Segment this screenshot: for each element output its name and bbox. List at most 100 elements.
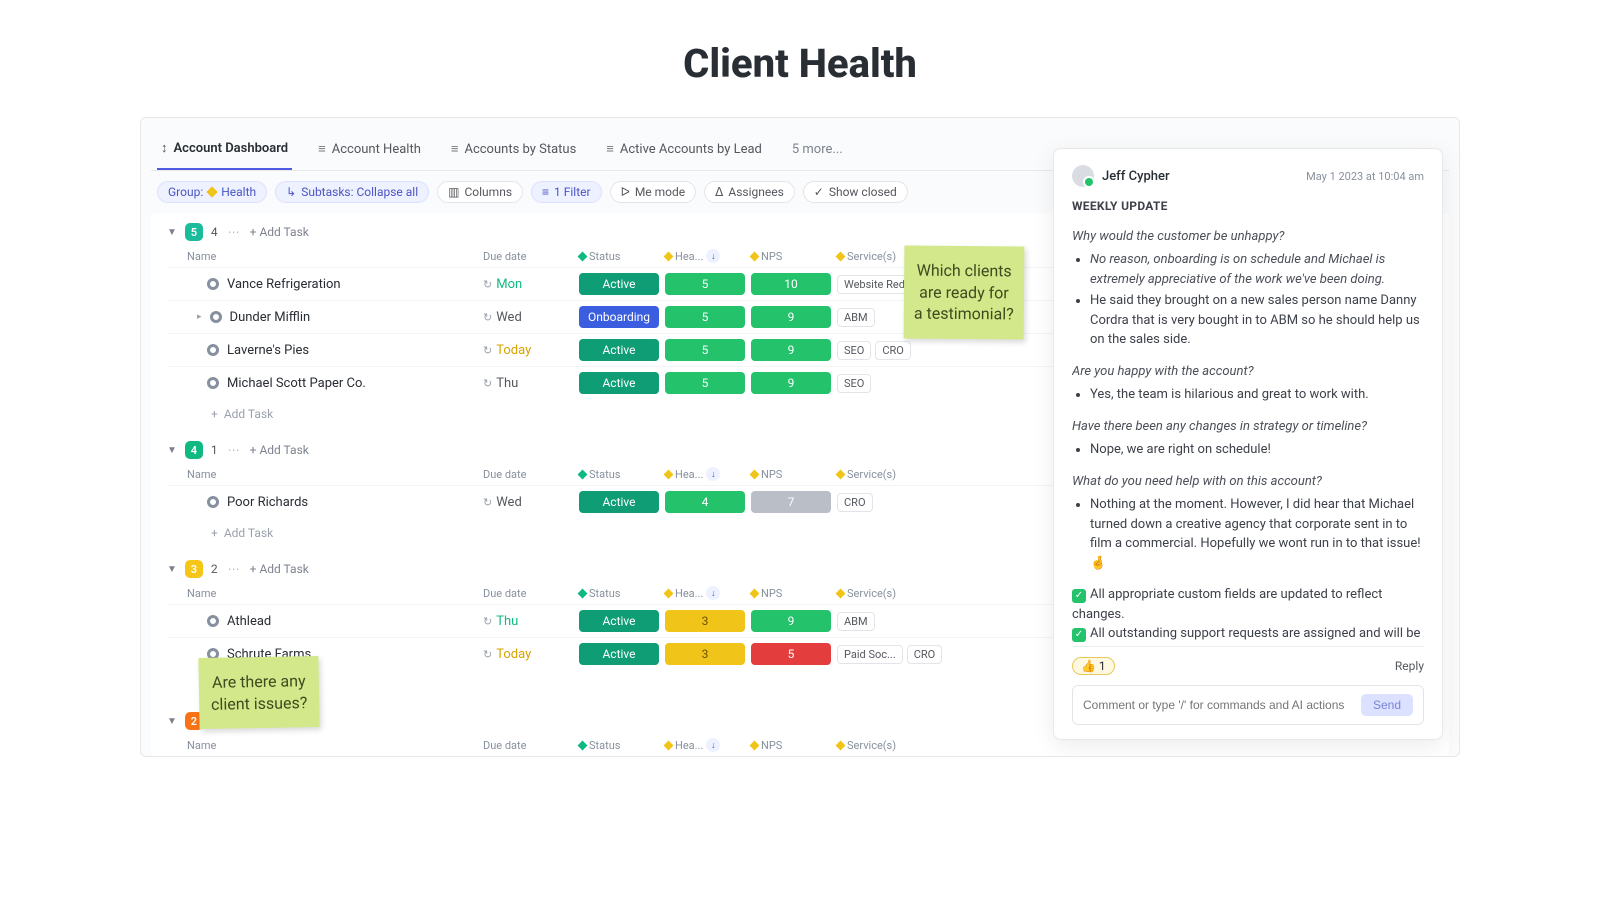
sort-icon: ↓ [706,249,720,263]
nps-chip[interactable]: 9 [751,372,831,394]
view-tab[interactable]: ↕︎Account Dashboard [157,134,292,170]
health-chip[interactable]: 5 [665,372,745,394]
page-title: Client Health [0,0,1600,107]
health-chip[interactable]: 5 [665,273,745,295]
reply-link[interactable]: Reply [1395,659,1424,673]
a3: Nope, we are right on schedule! [1090,440,1424,460]
status-dot-icon[interactable] [207,615,219,627]
status-chip[interactable]: Active [579,491,659,513]
status-chip[interactable]: Active [579,610,659,632]
due-date[interactable]: Thu [496,376,518,391]
view-tab[interactable]: ≡Accounts by Status [447,135,580,169]
subtasks-pill[interactable]: ↳ Subtasks: Collapse all [275,181,429,203]
due-date[interactable]: Wed [496,310,522,325]
due-date[interactable]: Wed [496,495,522,510]
col-due[interactable]: Due date [483,739,573,752]
status-dot-icon[interactable] [207,344,219,356]
due-date[interactable]: Thu [496,614,518,629]
group-menu[interactable]: ⋯ [226,225,242,239]
health-chip[interactable]: 3 [665,643,745,665]
a1-2: He said they brought on a new sales pers… [1090,291,1424,350]
nps-chip[interactable]: 7 [751,491,831,513]
reaction-thumbsup[interactable]: 👍 1 [1072,657,1115,675]
col-status[interactable]: Status [579,468,659,481]
col-status[interactable]: Status [579,739,659,752]
nps-chip[interactable]: 9 [751,306,831,328]
send-button[interactable]: Send [1361,694,1413,716]
group-pill[interactable]: Group: Health [157,181,267,203]
add-task-button[interactable]: + Add Task [250,225,309,239]
due-date[interactable]: Today [496,647,531,662]
me-mode-pill[interactable]: ᐅ Me mode [610,181,697,203]
a1-1: No reason, onboarding is on schedule and… [1090,252,1385,287]
status-chip[interactable]: Active [579,643,659,665]
recurring-icon: ↻ [483,648,492,661]
nps-chip[interactable]: 5 [751,643,831,665]
status-dot-icon[interactable] [207,377,219,389]
col-status[interactable]: Status [579,587,659,600]
check-icon: ✓ [814,185,824,199]
health-chip[interactable]: 3 [665,610,745,632]
status-chip[interactable]: Active [579,339,659,361]
due-date[interactable]: Today [496,343,531,358]
col-health[interactable]: Hea... ↓ [665,249,745,263]
columns-pill[interactable]: ▥ Columns [437,181,523,203]
group-caret[interactable]: ▼ [167,445,177,456]
col-health[interactable]: Hea... ↓ [665,467,745,481]
group-caret[interactable]: ▼ [167,227,177,238]
show-closed-pill[interactable]: ✓ Show closed [803,181,908,203]
status-chip[interactable]: Active [579,273,659,295]
view-tab[interactable]: ≡Account Health [314,135,425,169]
col-name[interactable]: Name [187,739,477,752]
recurring-icon: ↻ [483,377,492,390]
nps-chip[interactable]: 9 [751,339,831,361]
recurring-icon: ↻ [483,496,492,509]
status-dot-icon[interactable] [210,311,222,323]
group-label: Group: [168,185,203,199]
col-due[interactable]: Due date [483,250,573,263]
col-nps[interactable]: NPS [751,250,831,263]
add-task-button[interactable]: + Add Task [250,562,309,576]
health-chip[interactable]: 5 [665,339,745,361]
col-name[interactable]: Name [187,468,477,481]
group-menu[interactable]: ⋯ [226,562,242,576]
status-dot-icon[interactable] [207,496,219,508]
status-chip[interactable]: Onboarding [579,306,659,328]
group-menu[interactable]: ⋯ [226,443,242,457]
group-caret[interactable]: ▼ [167,716,177,727]
status-chip[interactable]: Active [579,372,659,394]
filter-pill[interactable]: ≡ 1 Filter [531,181,602,203]
assignees-pill[interactable]: ᐃ Assignees [704,181,795,203]
col-status[interactable]: Status [579,250,659,263]
recurring-icon: ↻ [483,615,492,628]
service-tag: CRO [837,493,873,512]
col-services[interactable]: Service(s) [837,739,1433,752]
col-due[interactable]: Due date [483,468,573,481]
task-name: Poor Richards [227,495,308,510]
nps-chip[interactable]: 9 [751,610,831,632]
col-nps[interactable]: NPS [751,587,831,600]
expand-icon[interactable]: ▸ [197,312,202,322]
tabs-more[interactable]: 5 more... [788,136,847,169]
view-tab[interactable]: ≡Active Accounts by Lead [602,135,766,169]
col-nps[interactable]: NPS [751,468,831,481]
col-health[interactable]: Hea... ↓ [665,586,745,600]
col-name[interactable]: Name [187,587,477,600]
col-name[interactable]: Name [187,250,477,263]
col-due[interactable]: Due date [483,587,573,600]
col-health[interactable]: Hea... ↓ [665,738,745,752]
health-chip[interactable]: 5 [665,306,745,328]
due-date[interactable]: Mon [496,277,522,292]
comment-timestamp: May 1 2023 at 10:04 am [1306,170,1424,183]
group-badge: 3 [185,560,203,578]
health-chip[interactable]: 4 [665,491,745,513]
service-tag: CRO [875,341,911,360]
nps-chip[interactable]: 10 [751,273,831,295]
status-dot-icon[interactable] [207,278,219,290]
plus-icon: + [211,407,218,421]
group-caret[interactable]: ▼ [167,564,177,575]
col-nps[interactable]: NPS [751,739,831,752]
add-task-button[interactable]: + Add Task [250,443,309,457]
comment-input[interactable] [1083,698,1361,712]
group-badge: 4 [185,441,203,459]
